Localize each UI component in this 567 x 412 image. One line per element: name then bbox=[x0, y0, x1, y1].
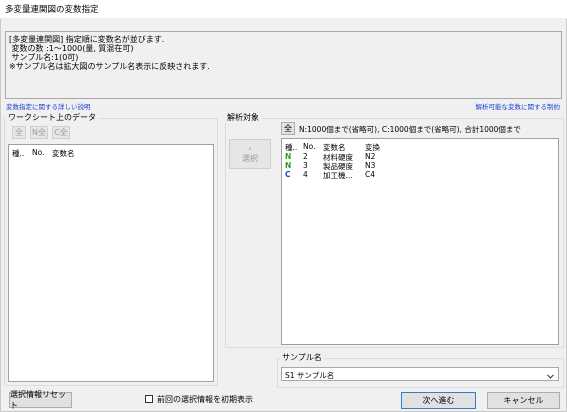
constraint-help-link[interactable]: 解析可能な変数に関する制約 bbox=[476, 101, 561, 111]
variable-type: N bbox=[285, 152, 292, 161]
list-item[interactable]: C 4 加工機... C4 bbox=[282, 170, 558, 180]
variable-conversion: N2 bbox=[365, 152, 376, 161]
instructions-line-4: ※サンプル名は拡大図のサンプル名表示に反映されます. bbox=[9, 62, 210, 71]
window-title: 多変量連関図の変数指定 bbox=[5, 5, 99, 15]
reset-selection-button[interactable]: 選択情報リセット bbox=[9, 390, 72, 410]
sample-name-value: S1 サンプル名 bbox=[285, 371, 335, 380]
column-header-no[interactable]: No. bbox=[32, 148, 44, 157]
column-header-name[interactable]: 変数名 bbox=[52, 148, 75, 159]
cancel-button[interactable]: キャンセル bbox=[487, 392, 560, 409]
next-button[interactable]: 次へ進む bbox=[401, 392, 476, 409]
column-header-type[interactable]: 種.. bbox=[12, 148, 24, 159]
variable-number: 2 bbox=[303, 152, 308, 161]
worksheet-label: ワークシート上のデータ bbox=[6, 112, 98, 123]
analysis-constraint-text: N:1000個まで(省略可), C:1000個まで(省略可), 合計1000個ま… bbox=[299, 125, 521, 134]
analysis-select-all-button[interactable]: 全 bbox=[281, 122, 295, 135]
title-bar: 多変量連関図の変数指定 bbox=[0, 0, 567, 19]
instructions-box: [多変量連関図] 指定順に変数名が並びます. 変数の数 :1〜1000(量, 質… bbox=[5, 31, 562, 99]
analysis-variable-list[interactable]: 種.. No. 変数名 変換 N 2 材料硬度 N2 N 3 製品硬度 N3 C… bbox=[281, 138, 559, 345]
variable-help-link[interactable]: 変数指定に関する詳しい説明 bbox=[6, 101, 91, 111]
sample-name-dropdown[interactable]: S1 サンプル名 bbox=[281, 367, 559, 381]
variable-number: 3 bbox=[303, 161, 308, 170]
variable-conversion: C4 bbox=[365, 170, 376, 179]
variable-type: C bbox=[285, 170, 291, 179]
variable-type: N bbox=[285, 161, 292, 170]
variable-name: 加工機... bbox=[323, 171, 353, 180]
worksheet-select-c-button[interactable]: C全 bbox=[52, 126, 70, 139]
variable-number: 4 bbox=[303, 170, 308, 179]
worksheet-select-all-button[interactable]: 全 bbox=[12, 126, 26, 139]
chevron-down-icon bbox=[547, 372, 554, 381]
variable-conversion: N3 bbox=[365, 161, 376, 170]
remember-selection-checkbox[interactable] bbox=[145, 395, 153, 403]
worksheet-variable-list[interactable]: 種.. No. 変数名 bbox=[8, 144, 214, 382]
remember-selection-label: 前回の選択情報を初期表示 bbox=[157, 395, 253, 404]
sample-name-label: サンプル名 bbox=[280, 352, 324, 363]
column-header-no[interactable]: No. bbox=[303, 142, 315, 151]
worksheet-select-n-button[interactable]: N全 bbox=[30, 126, 48, 139]
analysis-label: 解析対象 bbox=[225, 112, 261, 123]
